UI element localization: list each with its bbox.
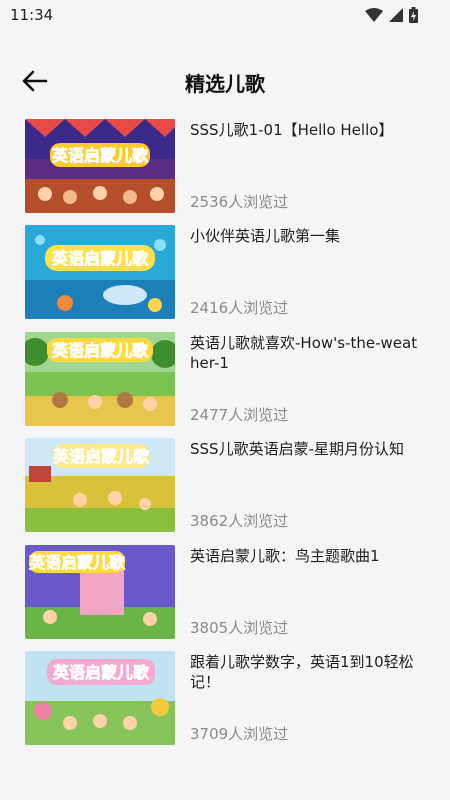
list-item[interactable]: 英语启蒙儿歌 SSS儿歌1-01【Hello Hello】 2536人浏览过 — [0, 118, 450, 224]
page-title: 精选儿歌 — [185, 72, 265, 96]
thumbnail-banner-text: 英语启蒙儿歌 — [52, 447, 150, 466]
song-thumbnail: 英语启蒙儿歌 — [25, 331, 175, 426]
thumbnail-banner-text: 英语启蒙儿歌 — [51, 146, 149, 165]
song-title: 英语启蒙儿歌：鸟主题歌曲1 — [190, 546, 380, 565]
song-thumbnail: 英语启蒙儿歌 — [25, 650, 175, 745]
status-time: 11:34 — [10, 6, 54, 24]
thumbnail-banner-text: 英语启蒙儿歌 — [51, 249, 149, 268]
song-thumbnail: 英语启蒙儿歌 — [25, 438, 175, 533]
list-item[interactable]: 英语启蒙儿歌 英语启蒙儿歌：鸟主题歌曲1 3805人浏览过 — [0, 544, 450, 650]
song-list: 英语启蒙儿歌 SSS儿歌1-01【Hello Hello】 2536人浏览过 英… — [0, 118, 450, 756]
signal-icon — [389, 8, 403, 22]
status-icons — [365, 7, 418, 23]
song-thumbnail: 英语启蒙儿歌 — [25, 225, 175, 320]
list-item[interactable]: 英语启蒙儿歌 跟着儿歌学数字，英语1到10轻松记！ 3709人浏览过 — [0, 650, 450, 756]
song-thumbnail: 英语启蒙儿歌 — [25, 544, 175, 639]
song-title: 跟着儿歌学数字，英语1到10轻松记！ — [190, 652, 414, 691]
list-item[interactable]: 英语启蒙儿歌 小伙伴英语儿歌第一集 2416人浏览过 — [0, 224, 450, 330]
list-item[interactable]: 英语启蒙儿歌 SSS儿歌英语启蒙-星期月份认知 3862人浏览过 — [0, 437, 450, 543]
thumbnail-banner-text: 英语启蒙儿歌 — [52, 663, 150, 682]
status-bar: 11:34 — [0, 0, 450, 32]
list-item[interactable]: 英语启蒙儿歌 英语儿歌就喜欢-How's-the-weather-1 2477人… — [0, 331, 450, 437]
song-title: 英语儿歌就喜欢-How's-the-weather-1 — [190, 333, 418, 372]
song-title: 小伙伴英语儿歌第一集 — [190, 227, 341, 246]
song-title: SSS儿歌英语启蒙-星期月份认知 — [190, 440, 404, 459]
view-count: 3709人浏览过 — [190, 724, 289, 743]
view-count: 3862人浏览过 — [190, 512, 289, 531]
song-title: SSS儿歌1-01【Hello Hello】 — [190, 121, 394, 139]
header: 精选儿歌 — [0, 60, 450, 104]
view-count: 2416人浏览过 — [190, 299, 289, 318]
view-count: 2477人浏览过 — [190, 405, 289, 424]
song-thumbnail: 英语启蒙儿歌 — [25, 119, 175, 213]
battery-icon — [409, 7, 418, 23]
view-count: 2536人浏览过 — [190, 193, 289, 211]
view-count: 3805人浏览过 — [190, 618, 289, 637]
wifi-icon — [365, 8, 383, 22]
thumbnail-banner-text: 英语启蒙儿歌 — [51, 341, 149, 360]
thumbnail-banner-text: 英语启蒙儿歌 — [28, 553, 126, 572]
